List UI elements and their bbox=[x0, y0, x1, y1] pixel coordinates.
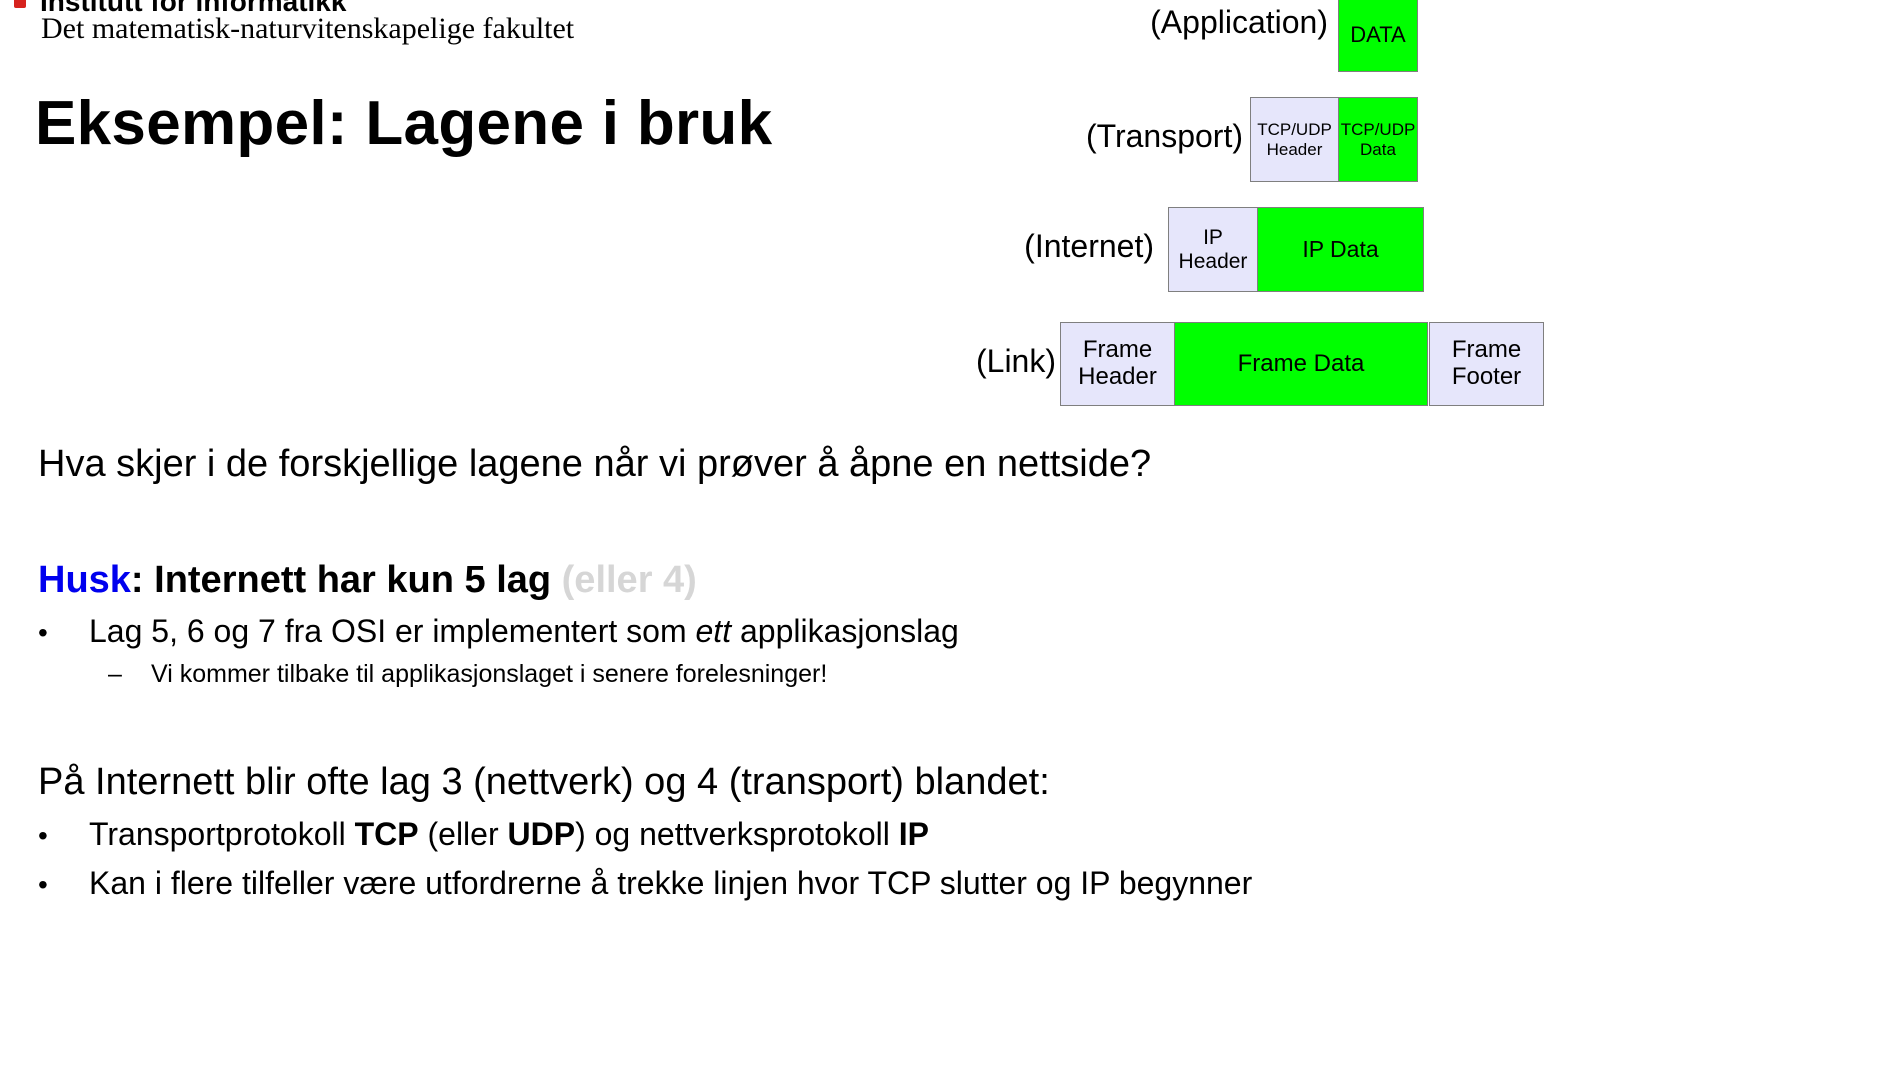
bullet-marker: • bbox=[38, 869, 48, 900]
tcp-keyword: TCP bbox=[354, 816, 419, 852]
application-layer-sub-bullet: Vi kommer tilbake til applikasjonslaget … bbox=[151, 660, 828, 688]
transport-data-box: TCP/UDP Data bbox=[1338, 97, 1418, 182]
bullet-marker: • bbox=[38, 617, 48, 648]
frame-header-line2: Header bbox=[1078, 363, 1157, 390]
university-logo-mark bbox=[14, 0, 26, 8]
application-data-box: DATA bbox=[1338, 0, 1418, 72]
application-data-text: DATA bbox=[1350, 21, 1406, 47]
transport-header-line1: TCP/UDP bbox=[1257, 120, 1332, 140]
frame-data-box: Frame Data bbox=[1174, 322, 1428, 406]
transport-data-line1: TCP/UDP bbox=[1340, 120, 1416, 140]
link-layer-label: (Link) bbox=[975, 343, 1056, 379]
osi-layers-bullet: Lag 5, 6 og 7 fra OSI er implementert so… bbox=[89, 613, 959, 650]
protocols-mid: (eller bbox=[418, 816, 508, 852]
transport-header-line2: Header bbox=[1266, 139, 1323, 159]
tcp-ip-boundary-bullet: Kan i flere tilfeller være utfordrerne å… bbox=[89, 865, 1253, 901]
sub-bullet-dash: – bbox=[108, 660, 122, 688]
remember-aside: (eller 4) bbox=[561, 559, 697, 601]
question-text: Hva skjer i de forskjellige lagene når v… bbox=[38, 443, 1152, 485]
bullet-marker: • bbox=[38, 820, 48, 851]
application-layer-label: (Application) bbox=[1150, 4, 1328, 40]
slide-title: Eksempel: Lagene i bruk bbox=[35, 89, 773, 158]
frame-data-text: Frame Data bbox=[1237, 349, 1365, 377]
faculty-name: Det matematisk-naturvitenskapelige fakul… bbox=[41, 12, 575, 45]
remember-text: : Internett har kun 5 lag bbox=[130, 559, 562, 601]
ip-header-line1: IP bbox=[1203, 225, 1223, 249]
ip-header-line2: Header bbox=[1178, 249, 1248, 273]
frame-footer-line1: Frame bbox=[1451, 336, 1522, 364]
ip-keyword: IP bbox=[898, 816, 929, 852]
protocols-mid2: ) og nettverksprotokoll bbox=[575, 816, 899, 852]
transport-header-box: TCP/UDP Header bbox=[1250, 97, 1339, 182]
frame-header-line1: Frame bbox=[1082, 336, 1153, 364]
ip-data-text: IP Data bbox=[1302, 235, 1379, 262]
layer-mixing-text: På Internett blir ofte lag 3 (nettverk) … bbox=[38, 761, 1050, 803]
ip-header-box: IP Header bbox=[1168, 207, 1258, 292]
transport-layer-label: (Transport) bbox=[1085, 118, 1243, 154]
osi-bullet-post: applikasjonslag bbox=[731, 613, 959, 649]
protocols-bullet: Transportprotokoll TCP (eller UDP) og ne… bbox=[89, 816, 929, 853]
remember-heading: Husk: Internett har kun 5 lag (eller 4) bbox=[38, 559, 697, 602]
osi-bullet-emphasis: ett bbox=[695, 613, 732, 649]
internet-layer-label: (Internet) bbox=[1024, 228, 1154, 264]
frame-footer-box: Frame Footer bbox=[1429, 322, 1544, 406]
frame-header-box: Frame Header bbox=[1060, 322, 1175, 406]
remember-keyword: Husk bbox=[38, 559, 131, 601]
udp-keyword: UDP bbox=[507, 816, 576, 852]
transport-data-line2: Data bbox=[1360, 139, 1396, 159]
osi-bullet-pre: Lag 5, 6 og 7 fra OSI er implementert so… bbox=[89, 613, 696, 649]
protocols-pre: Transportprotokoll bbox=[89, 816, 355, 852]
frame-footer-line2: Footer bbox=[1451, 363, 1522, 390]
ip-data-box: IP Data bbox=[1257, 207, 1424, 292]
